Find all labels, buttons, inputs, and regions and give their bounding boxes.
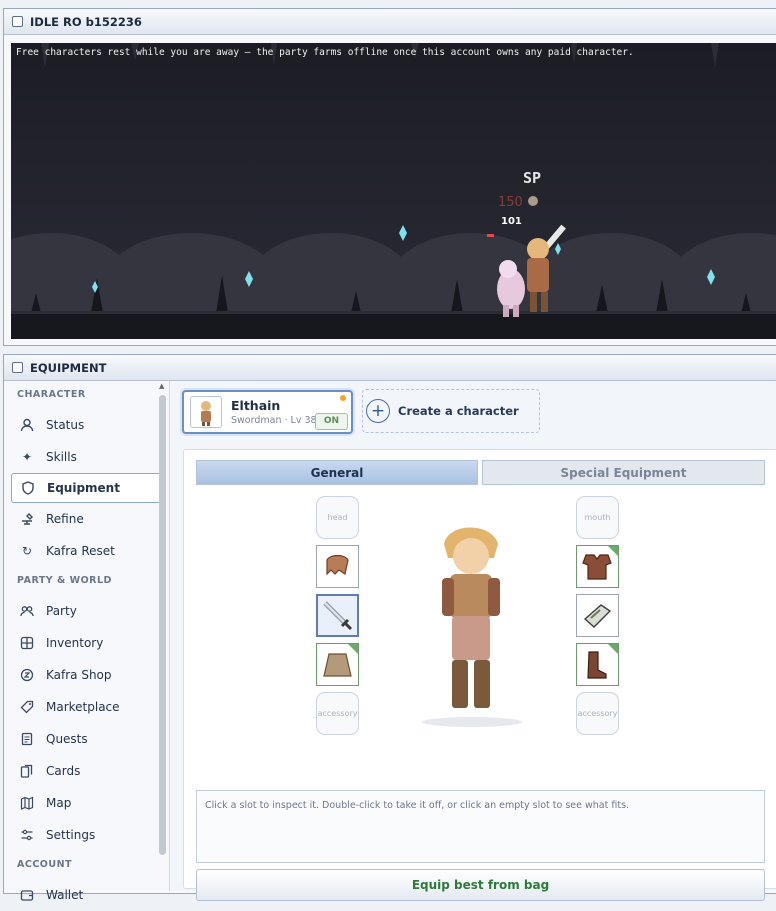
equipment-window-title: EQUIPMENT [30,360,107,375]
sidebar-section-account: ACCOUNT [17,859,73,870]
sword-item-icon [323,601,353,631]
slot-armor-upper[interactable] [316,545,359,588]
sidebar-scrollbar-thumb[interactable] [159,395,166,855]
cards-icon [19,763,35,779]
character-avatar [190,396,222,428]
equipment-window-titlebar: EQUIPMENT [4,355,776,381]
anvil-icon [19,511,35,527]
damage-number: 150 [498,195,523,210]
offline-notice: Free characters rest while you are away … [16,47,634,58]
hp-number: 101 [501,216,522,227]
character-class-level: Swordman · Lv 38 [231,415,317,426]
sidebar-item-label: Party [46,604,77,618]
slot-shield[interactable] [576,594,619,637]
sidebar-item-map[interactable]: Map [4,787,169,819]
game-scene: SP 150 101 [11,43,776,339]
sliders-icon [19,827,35,843]
sidebar-section-party-world: PARTY & WORLD [17,575,112,586]
slot-armor[interactable] [576,545,619,588]
equipment-panel: General Special Equipment head accessory [183,449,776,901]
wallet-icon [19,887,35,903]
create-character-label: Create a character [398,404,519,418]
tab-general[interactable]: General [196,460,478,485]
sidebar-item-quests[interactable]: Quests [4,723,169,755]
sidebar-item-equipment[interactable]: Equipment [11,473,161,503]
sidebar-item-label: Marketplace [46,700,120,714]
sidebar-item-label: Equipment [47,481,120,495]
create-character-button[interactable]: + Create a character [362,389,540,433]
slot-mouth[interactable]: mouth [576,496,619,539]
character-preview-sprite [422,527,522,727]
sidebar-item-label: Map [46,796,72,810]
sidebar-item-skills[interactable]: ✦ Skills [4,441,169,473]
status-dot [340,395,346,401]
equipment-window: EQUIPMENT CHARACTER Status ✦ Skills Equi… [3,354,776,902]
collapse-checkbox[interactable] [12,16,23,27]
sparkle-icon: ✦ [21,450,33,464]
sidebar-item-settings[interactable]: Settings [4,819,169,851]
online-status-badge[interactable]: ON [315,413,348,430]
game-viewport[interactable]: SP 150 101 Free characters rest while yo… [11,43,776,339]
scroll-up-arrow-icon[interactable]: ▲ [159,382,164,390]
sidebar-item-marketplace[interactable]: Marketplace [4,691,169,723]
guard-item-icon [583,604,612,628]
sidebar-item-kafra-shop[interactable]: Kafra Shop [4,659,169,691]
svg-text:SP: SP [523,169,541,187]
sidebar-item-label: Skills [46,450,77,464]
equipment-content: Elthain Swordman · Lv 38 ON + Create a c… [171,381,776,901]
reset-icon: ↻ [21,544,33,558]
game-window-title: IDLE RO b152236 [30,14,142,29]
coin-icon [19,667,35,683]
sidebar-item-party[interactable]: Party [4,595,169,627]
sidebar-item-label: Inventory [46,636,104,650]
item-info-box: Click a slot to inspect it. Double-click… [196,790,765,863]
sidebar-item-label: Status [46,418,85,432]
hood-item-icon [326,554,349,576]
sidebar-item-refine[interactable]: Refine [4,503,169,535]
sidebar-item-kafra-reset[interactable]: ↻ Kafra Reset [4,535,169,567]
party-icon [19,603,35,619]
sidebar-item-label: Quests [46,732,88,746]
character-card[interactable]: Elthain Swordman · Lv 38 ON [182,390,353,434]
sidebar-item-label: Refine [46,512,84,526]
equip-best-button[interactable]: Equip best from bag [196,869,765,901]
sidebar-item-label: Settings [46,828,96,842]
sidebar-section-character: CHARACTER [17,389,86,400]
sidebar-item-status[interactable]: Status [4,409,169,441]
sidebar-item-label: Wallet [46,888,84,902]
plus-icon: + [366,399,390,423]
sidebar-item-label: Kafra Shop [46,668,112,682]
slot-shoes[interactable] [576,643,619,686]
collapse-checkbox[interactable] [12,362,23,373]
sidebar-item-label: Kafra Reset [46,544,115,558]
user-icon [19,417,35,433]
game-window-titlebar: IDLE RO b152236 [4,9,776,35]
scroll-icon [19,731,35,747]
sidebar-item-wallet[interactable]: Wallet [4,879,169,911]
slot-weapon[interactable] [316,594,359,637]
grid-icon [19,635,35,651]
slot-accessory-right[interactable]: accessory [576,692,619,735]
map-icon [19,795,35,811]
slot-head[interactable]: head [316,496,359,539]
game-window: IDLE RO b152236 SP 150 101 Free characte… [3,8,776,346]
sidebar: CHARACTER Status ✦ Skills Equipment Refi… [4,381,170,902]
slot-garment[interactable] [316,643,359,686]
character-name: Elthain [231,398,281,413]
tag-icon [19,699,35,715]
tab-special-equipment[interactable]: Special Equipment [482,460,765,485]
sidebar-item-label: Cards [46,764,81,778]
sidebar-item-inventory[interactable]: Inventory [4,627,169,659]
sidebar-item-cards[interactable]: Cards [4,755,169,787]
slot-accessory-left[interactable]: accessory [316,692,359,735]
shield-icon [20,480,36,496]
